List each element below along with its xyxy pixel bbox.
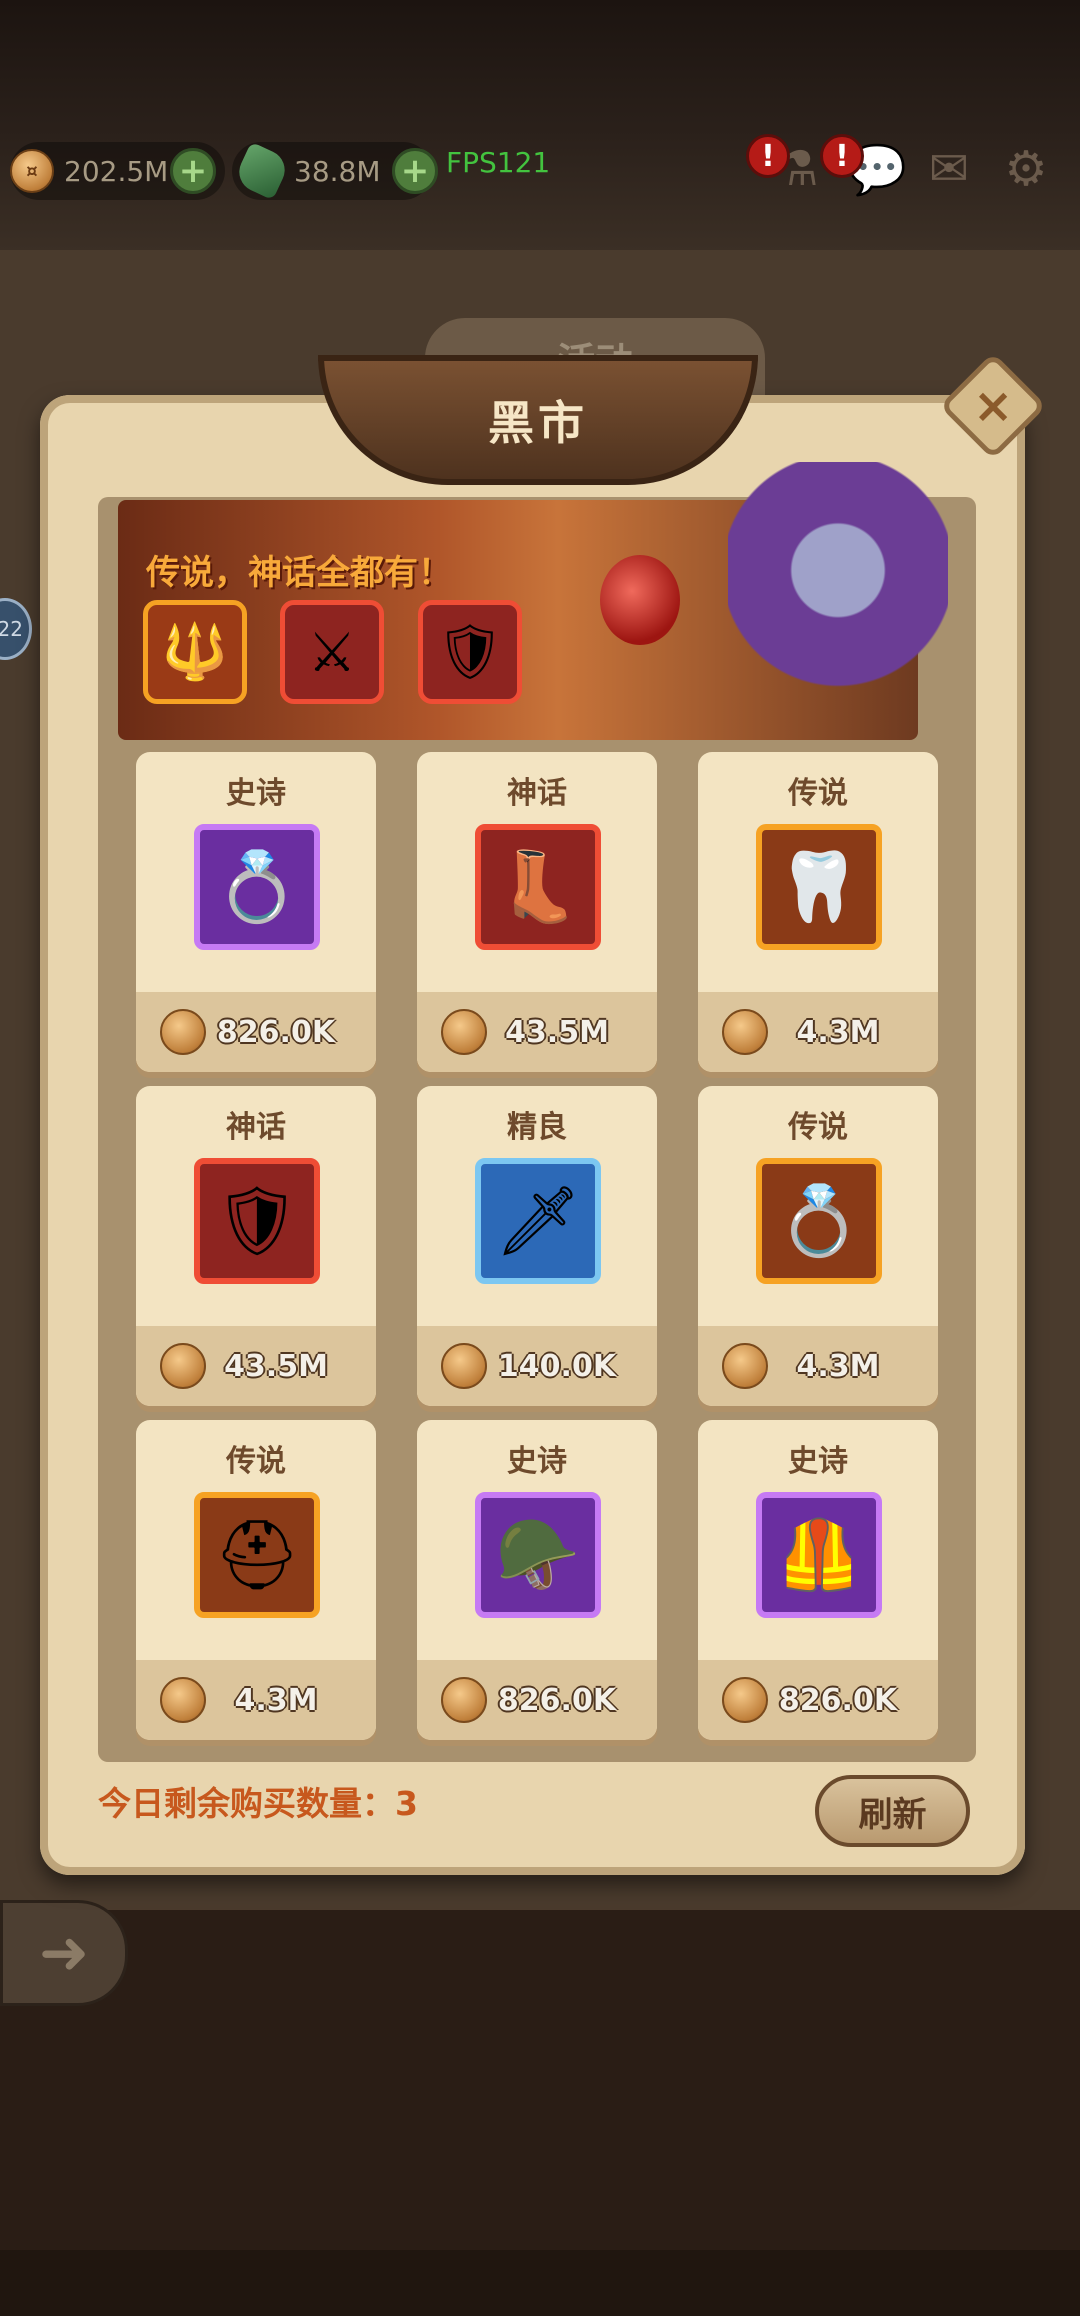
shop-item-card[interactable]: 精良 🗡 140.0K bbox=[417, 1086, 657, 1406]
item-rarity: 神话 bbox=[507, 776, 567, 811]
fps-counter: FPS121 bbox=[446, 146, 551, 179]
item-price: 4.3M bbox=[796, 1014, 880, 1050]
shop-item-card[interactable]: 史诗 🦺 826.0K bbox=[698, 1420, 938, 1740]
chest-armor-icon: 🦺 bbox=[756, 1492, 882, 1618]
fang-necklace-icon: 🦷 bbox=[756, 824, 882, 950]
gold-coin-icon bbox=[160, 1343, 206, 1389]
add-gem-button[interactable]: + bbox=[392, 148, 438, 194]
close-icon: × bbox=[972, 378, 1014, 434]
gold-coin-icon bbox=[722, 1009, 768, 1055]
item-rarity: 神话 bbox=[226, 1110, 286, 1145]
dragon-staff-icon bbox=[600, 555, 680, 645]
gold-amount: 202.5M bbox=[64, 154, 169, 188]
item-rarity: 史诗 bbox=[788, 1444, 848, 1479]
item-price: 140.0K bbox=[497, 1348, 617, 1384]
mail-icon[interactable]: ✉ bbox=[920, 140, 978, 198]
item-price: 4.3M bbox=[234, 1682, 318, 1718]
item-price: 826.0K bbox=[497, 1682, 617, 1718]
shop-item-card[interactable]: 传说 💍 4.3M bbox=[698, 1086, 938, 1406]
item-price: 43.5M bbox=[224, 1348, 328, 1384]
gem-ring-icon: 💍 bbox=[756, 1158, 882, 1284]
item-rarity: 传说 bbox=[788, 776, 848, 811]
gold-coin-icon bbox=[441, 1343, 487, 1389]
item-rarity: 传说 bbox=[226, 1444, 286, 1479]
shop-item-card[interactable]: 传说 ⛑ 4.3M bbox=[136, 1420, 376, 1740]
shop-item-card[interactable]: 神话 🛡 43.5M bbox=[136, 1086, 376, 1406]
remaining-purchases-label: 今日剩余购买数量：3 bbox=[98, 1784, 418, 1823]
gold-coin-icon bbox=[722, 1677, 768, 1723]
price-bar: 826.0K bbox=[417, 1660, 657, 1740]
price-bar: 4.3M bbox=[698, 1326, 938, 1406]
armor-icon: 🛡 bbox=[194, 1158, 320, 1284]
gem-amount: 38.8M bbox=[294, 154, 381, 188]
gold-coin-icon bbox=[160, 1009, 206, 1055]
top-status-bar bbox=[0, 0, 1080, 250]
event-alert-badge: ! bbox=[746, 134, 790, 178]
boots-icon: 👢 bbox=[475, 824, 601, 950]
banner-text: 传说，神话全都有！ bbox=[146, 553, 452, 593]
bottom-strip bbox=[0, 2250, 1080, 2316]
gold-coin-icon bbox=[441, 1677, 487, 1723]
shop-item-card[interactable]: 传说 🦷 4.3M bbox=[698, 752, 938, 1072]
dialog-title: 黑市 bbox=[488, 396, 588, 450]
gold-coin-icon bbox=[441, 1009, 487, 1055]
price-bar: 826.0K bbox=[698, 1660, 938, 1740]
item-price: 43.5M bbox=[505, 1014, 609, 1050]
banner-scepter-icon: 🔱 bbox=[143, 600, 247, 704]
chat-alert-badge: ! bbox=[820, 134, 864, 178]
green-gem-icon bbox=[232, 141, 292, 201]
item-rarity: 史诗 bbox=[507, 1444, 567, 1479]
gold-coin-icon bbox=[160, 1677, 206, 1723]
horned-helmet-icon: 🪖 bbox=[475, 1492, 601, 1618]
item-price: 4.3M bbox=[796, 1348, 880, 1384]
item-rarity: 精良 bbox=[507, 1110, 567, 1145]
item-rarity: 传说 bbox=[788, 1110, 848, 1145]
dialog-title-plate: 黑市 bbox=[318, 355, 758, 485]
skull-ring-icon: 💍 bbox=[194, 824, 320, 950]
settings-gear-icon[interactable]: ⚙ bbox=[997, 140, 1055, 198]
price-bar: 4.3M bbox=[136, 1660, 376, 1740]
price-bar: 4.3M bbox=[698, 992, 938, 1072]
item-rarity: 史诗 bbox=[226, 776, 286, 811]
price-bar: 43.5M bbox=[136, 1326, 376, 1406]
item-price: 826.0K bbox=[778, 1682, 898, 1718]
knight-helmet-icon: ⛑ bbox=[194, 1492, 320, 1618]
goblin-merchant-icon bbox=[728, 462, 948, 747]
add-gold-button[interactable]: + bbox=[170, 148, 216, 194]
shop-item-card[interactable]: 神话 👢 43.5M bbox=[417, 752, 657, 1072]
gold-coin-icon bbox=[722, 1343, 768, 1389]
back-arrow-button[interactable]: ➜ bbox=[0, 1900, 128, 2006]
refresh-button[interactable]: 刷新 bbox=[815, 1775, 970, 1847]
gold-coin-icon: ¤ bbox=[10, 149, 54, 193]
price-bar: 826.0K bbox=[136, 992, 376, 1072]
item-price: 826.0K bbox=[216, 1014, 336, 1050]
dagger-icon: 🗡 bbox=[475, 1158, 601, 1284]
banner-armor-icon: 🛡 bbox=[418, 600, 522, 704]
shop-item-card[interactable]: 史诗 🪖 826.0K bbox=[417, 1420, 657, 1740]
price-bar: 43.5M bbox=[417, 992, 657, 1072]
shop-item-card[interactable]: 史诗 💍 826.0K bbox=[136, 752, 376, 1072]
price-bar: 140.0K bbox=[417, 1326, 657, 1406]
banner-weapon-icon: ⚔ bbox=[280, 600, 384, 704]
